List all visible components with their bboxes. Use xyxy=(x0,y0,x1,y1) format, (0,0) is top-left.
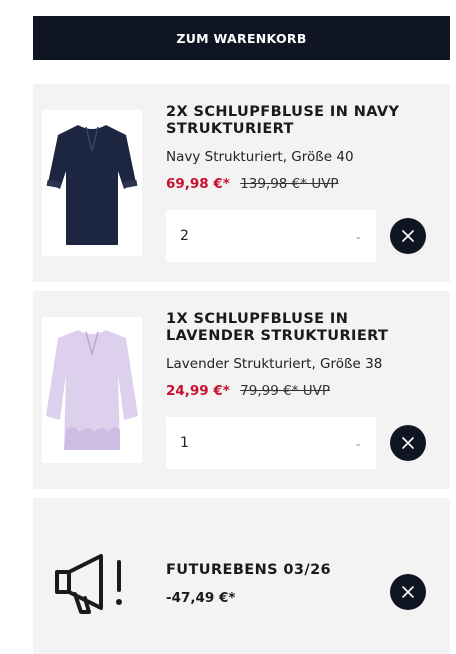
remove-coupon-button[interactable] xyxy=(390,574,426,610)
chevron-down-icon: ⌄ xyxy=(354,439,362,449)
quantity-value: 1 xyxy=(180,435,189,451)
product-image[interactable] xyxy=(42,317,142,463)
sale-price: 24,99 €* xyxy=(166,383,230,399)
cart-item: 2X SCHLUPFBLUSE IN NAVY STRUKTURIERT Nav… xyxy=(33,84,450,282)
remove-item-button[interactable] xyxy=(390,218,426,254)
original-price: 79,99 €* UVP xyxy=(240,383,330,399)
cart-item: 1X SCHLUPFBLUSE IN LAVENDER STRUKTURIERT… xyxy=(33,291,450,489)
chevron-down-icon: ⌄ xyxy=(354,232,362,242)
quantity-value: 2 xyxy=(180,228,189,244)
product-variant: Lavender Strukturiert, Größe 38 xyxy=(166,356,383,372)
quantity-select[interactable]: 1 ⌄ xyxy=(166,417,376,469)
product-title[interactable]: 1X SCHLUPFBLUSE IN LAVENDER STRUKTURIERT xyxy=(166,311,436,345)
coupon-title: FUTUREBENS 03/26 xyxy=(166,562,332,578)
close-icon xyxy=(402,586,414,598)
navy-blouse-image xyxy=(46,125,138,245)
go-to-cart-button[interactable]: ZUM WARENKORB xyxy=(33,16,450,60)
close-icon xyxy=(402,437,414,449)
lavender-blouse-image xyxy=(46,330,138,450)
product-title[interactable]: 2X SCHLUPFBLUSE IN NAVY STRUKTURIERT xyxy=(166,104,436,138)
quantity-select[interactable]: 2 ⌄ xyxy=(166,210,376,262)
original-price: 139,98 €* UVP xyxy=(240,176,339,192)
remove-item-button[interactable] xyxy=(390,425,426,461)
megaphone-icon xyxy=(55,554,122,614)
coupon-amount: -47,49 €* xyxy=(166,590,236,606)
product-image[interactable] xyxy=(42,110,142,256)
coupon-item: FUTUREBENS 03/26 -47,49 €* xyxy=(33,498,450,654)
product-prices: 24,99 €* 79,99 €* UVP xyxy=(166,383,330,399)
close-icon xyxy=(402,230,414,242)
product-variant: Navy Strukturiert, Größe 40 xyxy=(166,149,354,165)
product-prices: 69,98 €* 139,98 €* UVP xyxy=(166,176,339,192)
sale-price: 69,98 €* xyxy=(166,176,230,192)
